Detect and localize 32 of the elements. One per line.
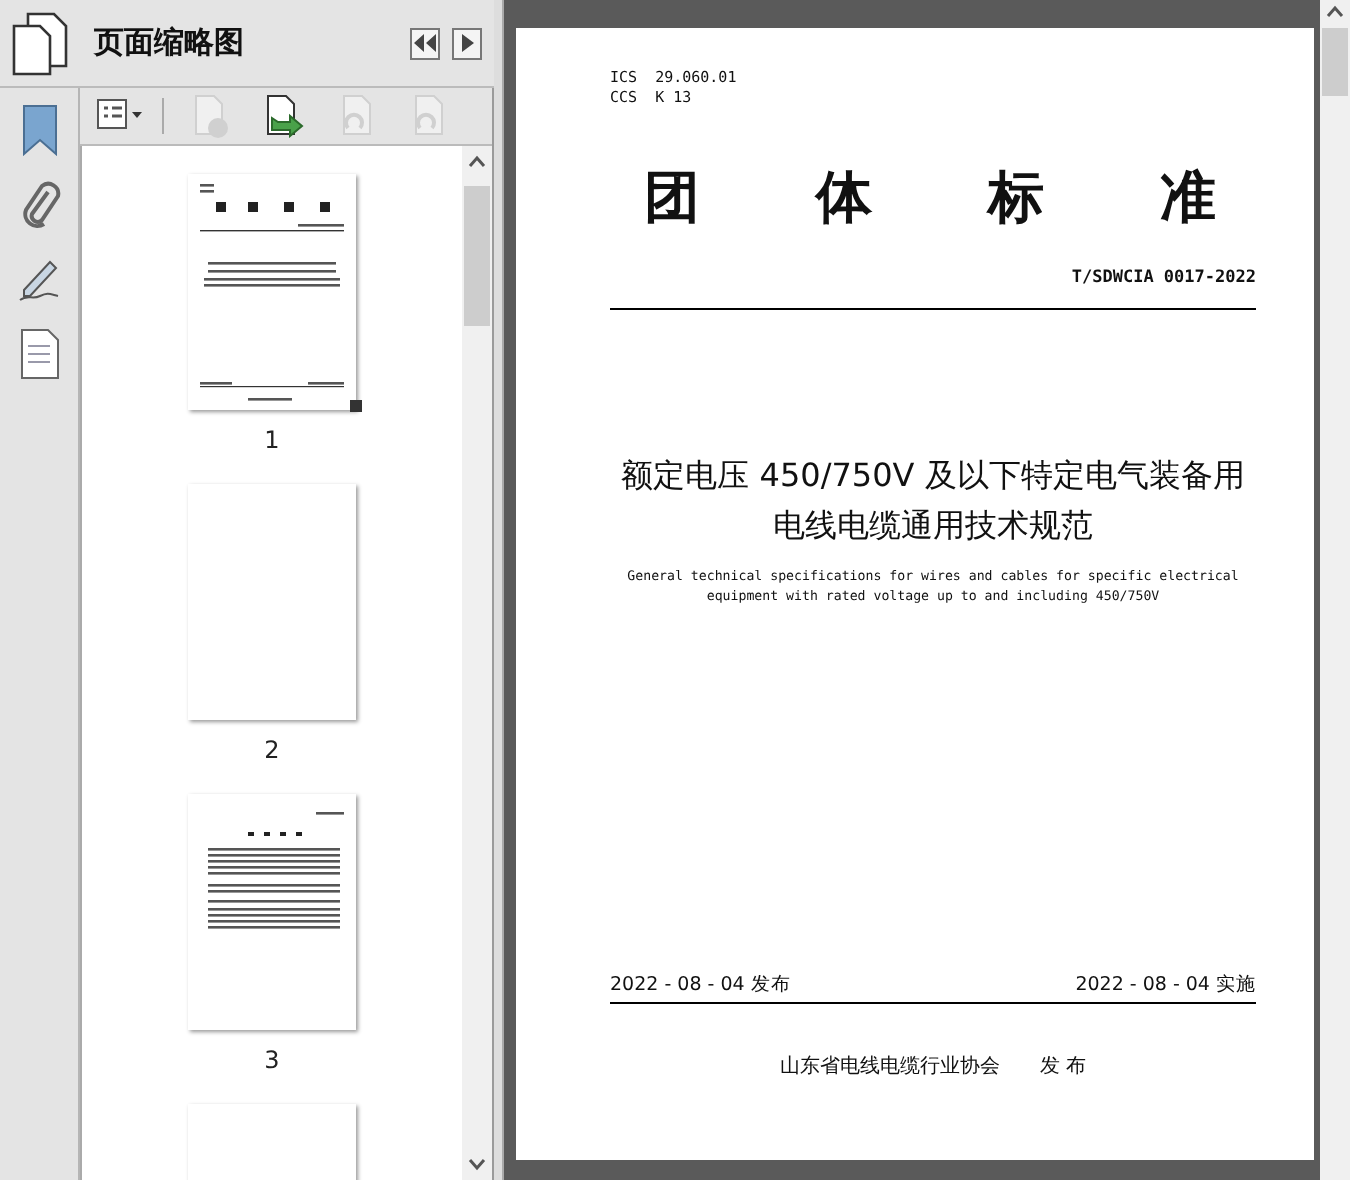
page-thumbnail[interactable]: [188, 794, 356, 1030]
page-number: 1: [264, 426, 280, 454]
document-title: 电线电缆通用技术规范: [773, 504, 1093, 548]
heading-character: 标: [988, 164, 1044, 232]
document-icon[interactable]: [17, 328, 61, 380]
double-left-arrow-icon: [414, 34, 436, 52]
publish-label: 发 布: [1039, 1054, 1087, 1080]
bookmark-icon[interactable]: [17, 104, 61, 156]
resize-handle[interactable]: [350, 400, 362, 412]
page-number: 3: [264, 1046, 280, 1074]
heading-character: 体: [816, 164, 872, 232]
expand-button[interactable]: [452, 27, 482, 59]
effective-date: 2022 - 08 - 04 实施: [1075, 972, 1256, 998]
heading-character: 团: [644, 164, 700, 232]
collapse-button[interactable]: [410, 27, 440, 59]
scrollbar[interactable]: [1320, 0, 1350, 1180]
document-title: 额定电压 450/750V 及以下特定电气装备用: [621, 454, 1245, 498]
standard-number: T/SDWCIA 0017-2022: [1071, 268, 1256, 288]
paperclip-icon[interactable]: [17, 180, 61, 232]
page-thumbnail[interactable]: [188, 484, 356, 720]
issue-date: 2022 - 08 - 04 发布: [610, 972, 791, 998]
pages-icon[interactable]: [10, 9, 70, 77]
heading-character: 准: [1160, 164, 1216, 232]
pen-icon[interactable]: [15, 256, 63, 304]
page-number: 2: [264, 736, 280, 764]
scrollbar-thumb[interactable]: [464, 186, 490, 326]
panel-title: 页面缩略图: [91, 24, 246, 62]
scrollbar-thumb[interactable]: [1322, 28, 1348, 96]
scrollbar[interactable]: [462, 146, 492, 1180]
publisher: 山东省电线电缆行业协会: [779, 1053, 1000, 1080]
page-thumbnail[interactable]: [188, 174, 356, 410]
right-arrow-icon: [461, 34, 473, 52]
